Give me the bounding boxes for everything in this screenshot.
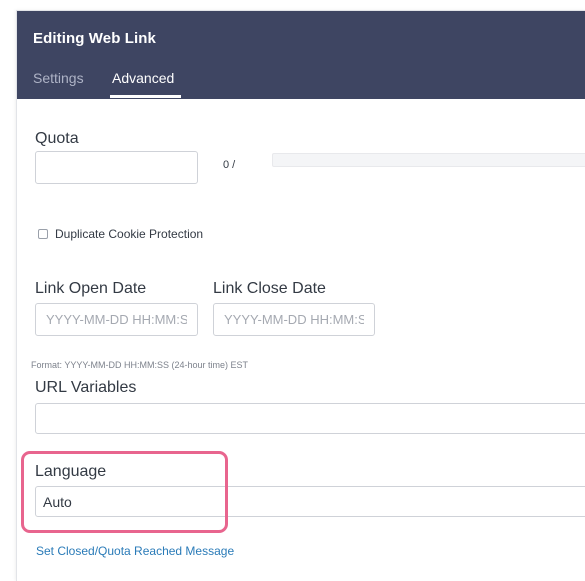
link-open-date-label: Link Open Date <box>35 280 147 297</box>
quota-label: Quota <box>35 130 79 147</box>
quota-progress-bar <box>272 153 585 167</box>
url-variables-input[interactable] <box>35 403 585 434</box>
edit-web-link-panel: Editing Web Link Settings Advanced Quota… <box>16 10 585 581</box>
panel-title: Editing Web Link <box>33 30 156 47</box>
url-variables-label: URL Variables <box>35 379 137 396</box>
language-selected-value: Auto <box>43 494 72 510</box>
duplicate-cookie-label: Duplicate Cookie Protection <box>55 227 204 241</box>
duplicate-cookie-checkbox[interactable] <box>38 229 48 239</box>
tab-advanced[interactable]: Advanced <box>112 70 174 86</box>
language-label: Language <box>35 463 107 480</box>
date-format-hint: Format: YYYY-MM-DD HH:MM:SS (24-hour tim… <box>31 360 249 370</box>
link-open-date-input[interactable] <box>35 303 198 336</box>
active-tab-indicator <box>110 95 181 98</box>
language-select[interactable]: Auto <box>35 486 585 517</box>
quota-count: 0 / <box>223 159 236 171</box>
link-close-date-input[interactable] <box>213 303 375 336</box>
tab-settings[interactable]: Settings <box>33 70 84 86</box>
panel-header: Editing Web Link Settings Advanced <box>17 11 585 99</box>
link-close-date-label: Link Close Date <box>213 280 326 297</box>
set-closed-message-link[interactable]: Set Closed/Quota Reached Message <box>36 544 234 558</box>
quota-input[interactable] <box>35 151 198 184</box>
